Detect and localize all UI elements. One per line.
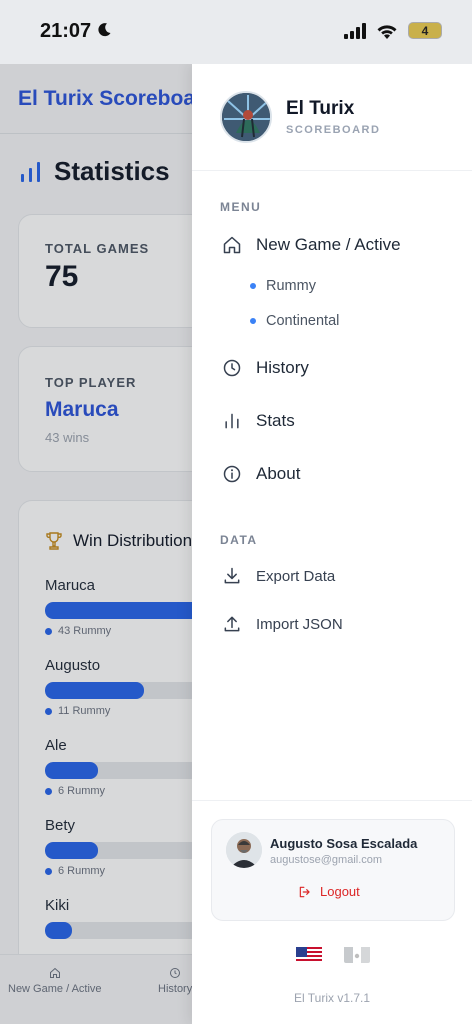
user-card: Augusto Sosa Escalada augustose@gmail.co… bbox=[211, 819, 455, 921]
menu-subitem-rummy-label: Rummy bbox=[266, 278, 316, 294]
clock-icon bbox=[223, 359, 241, 377]
status-bar: 21:07 4 bbox=[0, 0, 472, 64]
menu-item-new-game-label: New Game / Active bbox=[256, 235, 401, 254]
menu-subitem-continental[interactable]: Continental bbox=[250, 313, 339, 329]
menu-subitem-continental-label: Continental bbox=[266, 313, 340, 329]
upload-icon bbox=[224, 616, 240, 632]
user-email: augustose@gmail.com bbox=[270, 854, 383, 866]
status-time: 21:07 bbox=[40, 20, 92, 42]
drawer-subtitle: SCOREBOARD bbox=[286, 124, 381, 136]
signal-icon bbox=[344, 22, 366, 39]
menu-item-about-label: About bbox=[256, 464, 301, 483]
menu-item-import[interactable]: Import JSON bbox=[222, 614, 343, 634]
menu-item-export[interactable]: Export Data bbox=[222, 566, 335, 586]
avatar bbox=[226, 832, 262, 868]
menu-subitem-rummy[interactable]: Rummy bbox=[250, 278, 316, 294]
drawer-header: El Turix SCOREBOARD bbox=[192, 64, 472, 171]
logout-label: Logout bbox=[320, 884, 360, 899]
mexico-flag-icon[interactable] bbox=[344, 945, 370, 963]
menu-item-stats-label: Stats bbox=[256, 411, 295, 430]
battery-icon: 4 bbox=[408, 22, 442, 39]
info-icon bbox=[223, 465, 241, 483]
menu-item-stats[interactable]: Stats bbox=[222, 411, 295, 431]
bullet-dot bbox=[250, 318, 256, 324]
app-logo bbox=[220, 91, 272, 143]
home-icon bbox=[223, 236, 241, 254]
drawer-footer: Augusto Sosa Escalada augustose@gmail.co… bbox=[192, 800, 472, 1024]
menu-item-new-game[interactable]: New Game / Active bbox=[222, 235, 401, 255]
menu-item-about[interactable]: About bbox=[222, 464, 300, 484]
logout-button[interactable]: Logout bbox=[298, 884, 360, 899]
drawer-backdrop[interactable] bbox=[0, 64, 192, 1024]
drawer-title: El Turix bbox=[286, 98, 355, 119]
moon-icon bbox=[98, 23, 111, 37]
menu-section-label: MENU bbox=[220, 200, 262, 214]
us-flag-icon[interactable] bbox=[296, 945, 322, 963]
menu-item-import-label: Import JSON bbox=[256, 615, 343, 633]
status-icons: 4 bbox=[344, 22, 442, 39]
app-version: El Turix v1.7.1 bbox=[293, 991, 371, 1005]
side-drawer: El Turix SCOREBOARD MENU New Game / Acti… bbox=[192, 64, 472, 1024]
data-section-label: DATA bbox=[220, 533, 258, 547]
wifi-icon bbox=[377, 24, 397, 39]
stats-icon bbox=[225, 413, 239, 429]
menu-item-history[interactable]: History bbox=[222, 358, 309, 378]
bullet-dot bbox=[250, 283, 256, 289]
language-switcher bbox=[296, 945, 370, 963]
download-icon bbox=[224, 567, 240, 584]
user-name: Augusto Sosa Escalada bbox=[270, 836, 418, 851]
menu-item-history-label: History bbox=[256, 358, 309, 377]
menu-item-export-label: Export Data bbox=[256, 567, 336, 585]
logout-icon bbox=[299, 886, 310, 897]
